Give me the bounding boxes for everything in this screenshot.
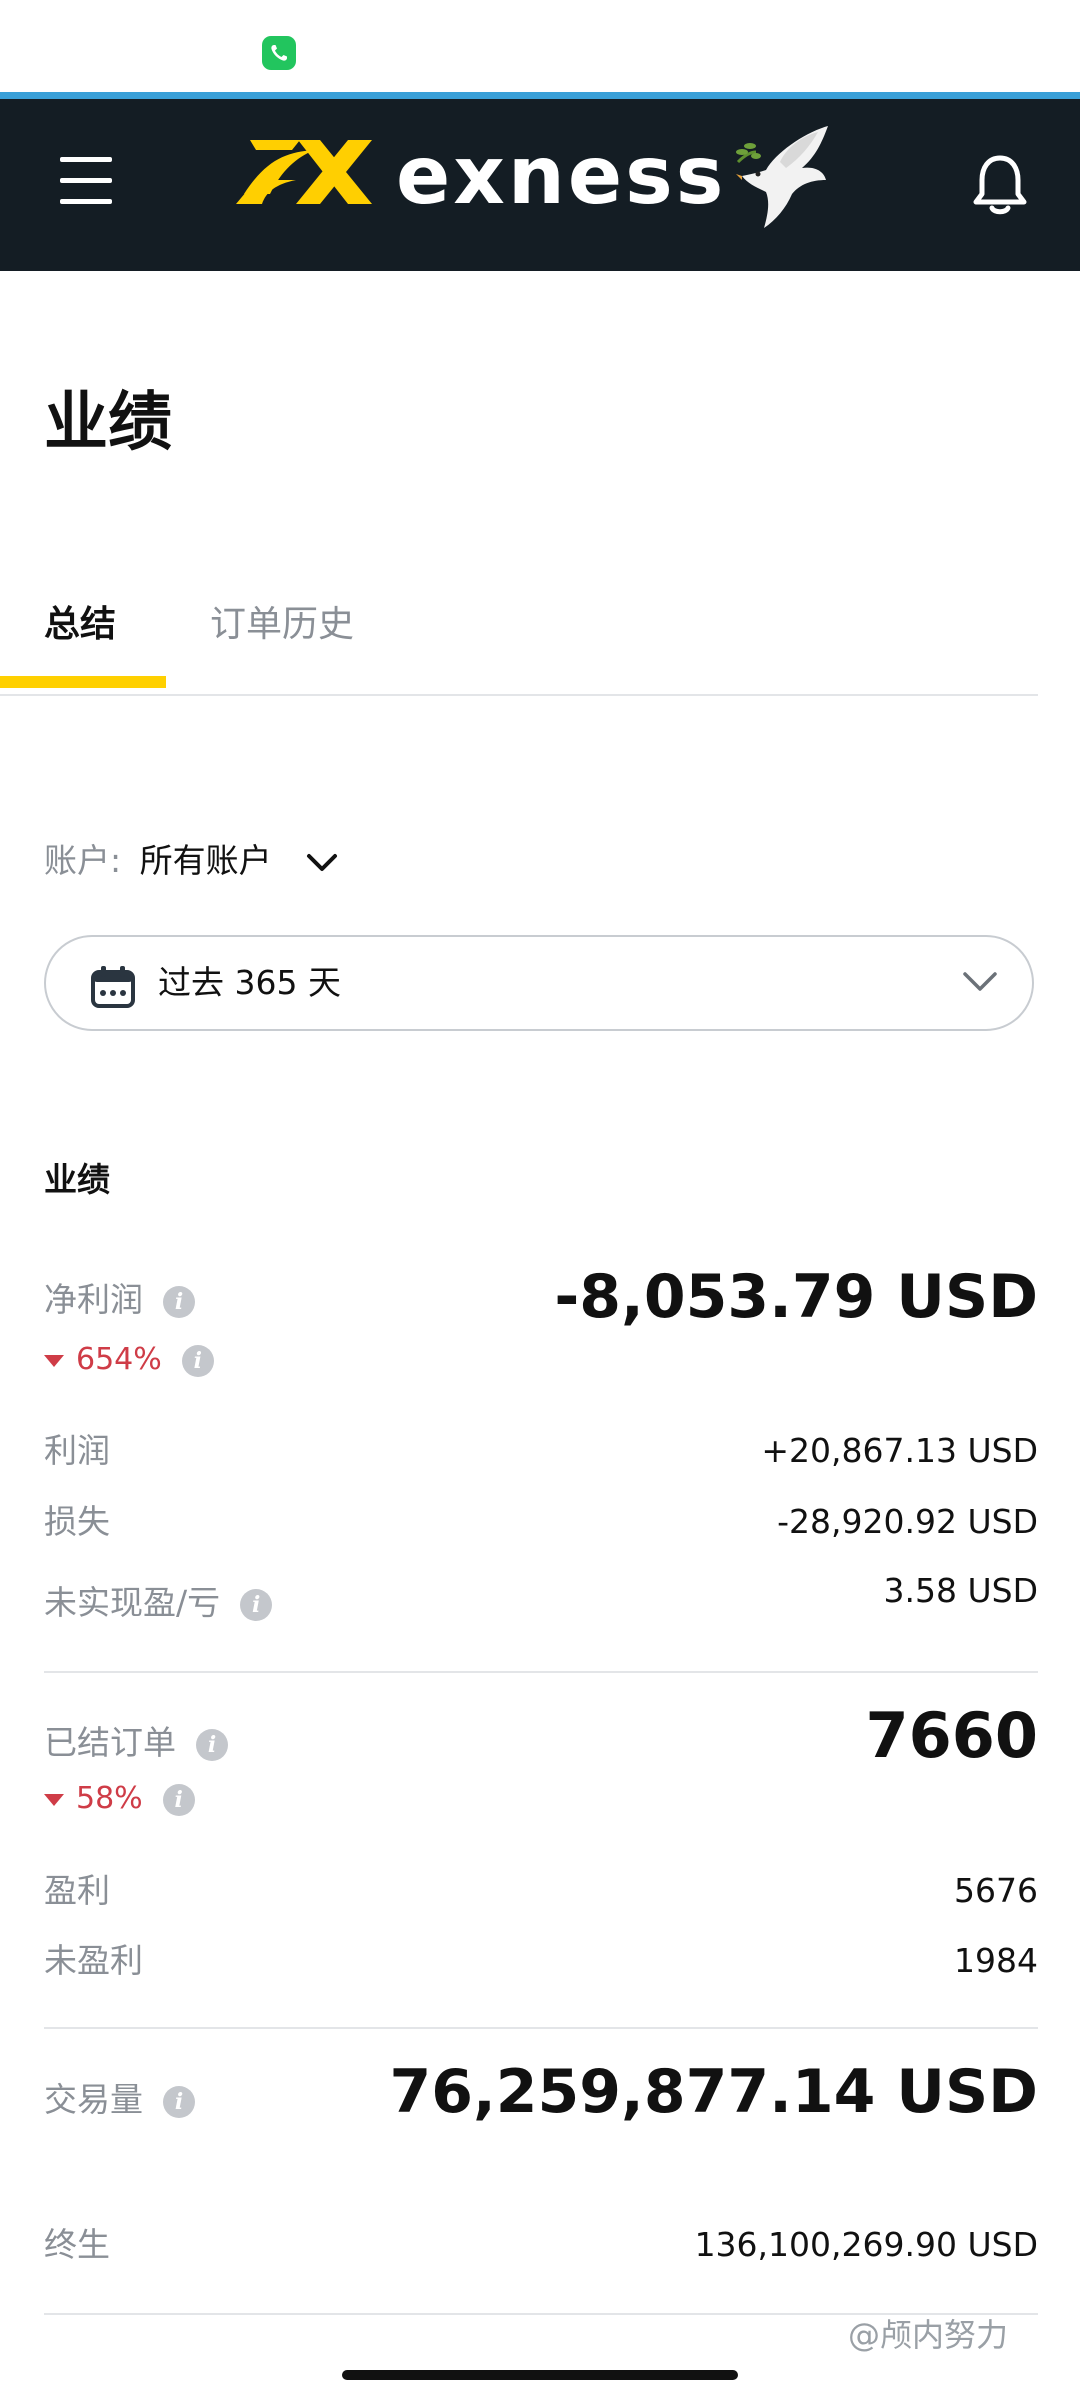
page-title: 业绩 bbox=[44, 386, 172, 460]
unprofitable-orders-value: 1984 bbox=[954, 1941, 1038, 1980]
exness-logo[interactable]: exness bbox=[236, 122, 846, 232]
accent-line bbox=[0, 92, 1080, 99]
home-indicator[interactable] bbox=[342, 2370, 738, 2380]
info-icon[interactable]: i bbox=[163, 1285, 195, 1318]
account-label: 账户: bbox=[44, 841, 122, 880]
status-bar bbox=[0, 0, 1080, 92]
dove-icon bbox=[736, 126, 828, 228]
info-icon[interactable]: i bbox=[162, 1783, 195, 1816]
unrealized-label: 未实现盈/亏 bbox=[44, 1583, 221, 1622]
net-profit-value: -8,053.79 USD bbox=[554, 1262, 1038, 1332]
notification-bell-icon[interactable] bbox=[970, 152, 1030, 216]
period-value: 过去 365 天 bbox=[158, 963, 341, 1002]
net-profit-change: 654% i bbox=[44, 1337, 214, 1383]
info-icon[interactable]: i bbox=[240, 1588, 273, 1621]
lifetime-volume-label: 终生 bbox=[44, 2225, 110, 2264]
account-value: 所有账户 bbox=[139, 841, 272, 880]
closed-orders-change-value: 58% bbox=[76, 1781, 143, 1816]
volume-row-label: 交易量 i bbox=[44, 2075, 195, 2125]
lifetime-volume-value: 136,100,269.90 USD bbox=[694, 2225, 1038, 2264]
calendar-icon bbox=[91, 966, 135, 1008]
info-icon[interactable]: i bbox=[163, 2085, 195, 2118]
tab-order-history[interactable]: 订单历史 bbox=[210, 590, 354, 690]
active-tab-indicator bbox=[0, 676, 166, 688]
profitable-orders-label: 盈利 bbox=[44, 1871, 110, 1910]
chevron-down-icon bbox=[307, 853, 338, 871]
loss-label: 损失 bbox=[44, 1502, 110, 1541]
chevron-down-icon bbox=[963, 972, 997, 991]
divider bbox=[44, 1671, 1038, 1673]
divider bbox=[44, 2027, 1038, 2029]
info-icon[interactable]: i bbox=[181, 1344, 214, 1377]
profit-value: +20,867.13 USD bbox=[761, 1431, 1038, 1470]
closed-orders-label: 已结订单 bbox=[44, 1723, 176, 1762]
net-profit-row-label: 净利润 i bbox=[44, 1275, 195, 1325]
down-triangle-icon bbox=[44, 1354, 64, 1367]
brand-name: exness bbox=[396, 129, 727, 222]
account-selector[interactable]: 账户: 所有账户 bbox=[44, 835, 338, 887]
net-profit-change-value: 654% bbox=[76, 1342, 162, 1377]
closed-orders-change: 58% i bbox=[44, 1776, 195, 1822]
period-select[interactable]: 过去 365 天 bbox=[44, 935, 1034, 1031]
unrealized-value: 3.58 USD bbox=[883, 1571, 1038, 1610]
net-profit-label: 净利润 bbox=[44, 1280, 143, 1319]
watermark: @颅内努力 bbox=[848, 2316, 1009, 2354]
menu-icon[interactable] bbox=[60, 155, 112, 207]
profitable-orders-value: 5676 bbox=[954, 1871, 1038, 1910]
closed-orders-value: 7660 bbox=[865, 1699, 1038, 1772]
info-icon[interactable]: i bbox=[196, 1728, 228, 1761]
closed-orders-row-label: 已结订单 i bbox=[44, 1718, 228, 1768]
unprofitable-orders-label: 未盈利 bbox=[44, 1941, 143, 1980]
phone-call-icon[interactable] bbox=[262, 36, 296, 70]
volume-value: 76,259,877.14 USD bbox=[389, 2057, 1039, 2127]
volume-label: 交易量 bbox=[44, 2080, 143, 2119]
loss-value: -28,920.92 USD bbox=[777, 1502, 1038, 1541]
unrealized-row-label: 未实现盈/亏 i bbox=[44, 1578, 273, 1628]
down-triangle-icon bbox=[44, 1793, 64, 1806]
exness-mark-icon bbox=[236, 140, 372, 204]
performance-heading: 业绩 bbox=[44, 1160, 110, 1199]
profit-label: 利润 bbox=[44, 1431, 110, 1470]
tab-summary[interactable]: 总结 bbox=[44, 590, 116, 690]
